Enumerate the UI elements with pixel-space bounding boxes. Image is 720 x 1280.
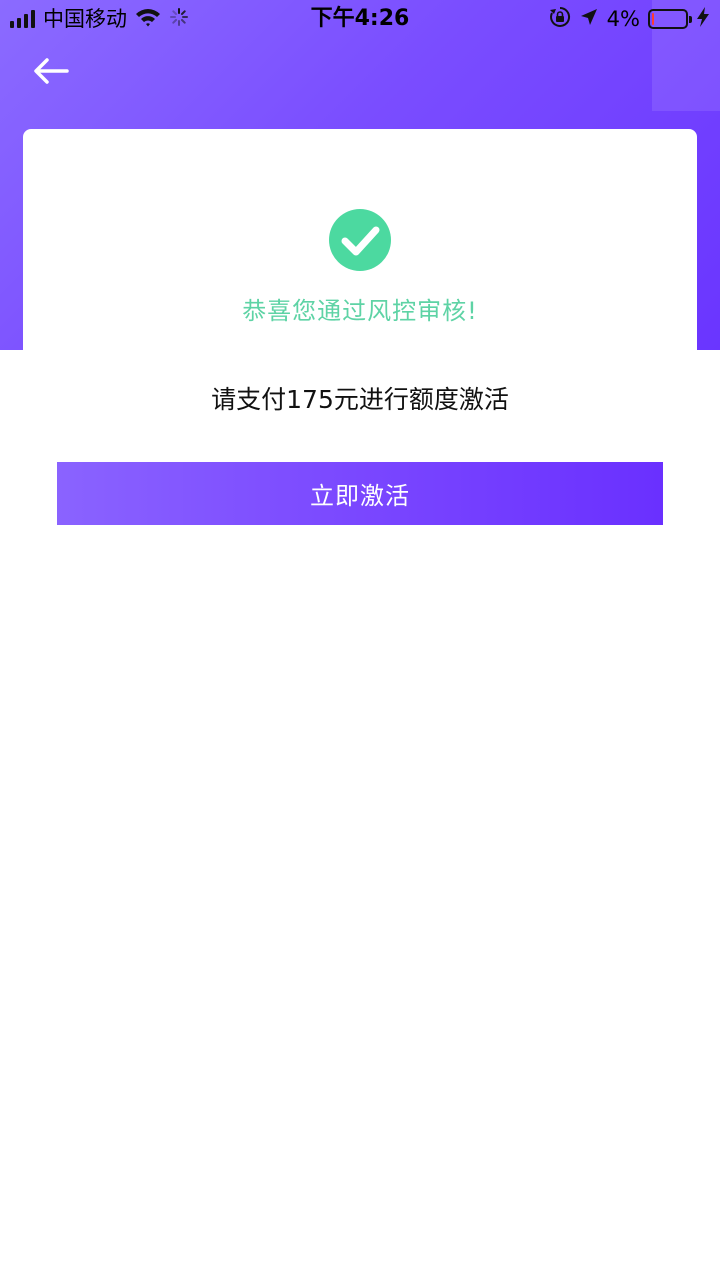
battery-percent: 4% [606, 7, 640, 31]
charging-bolt-icon [696, 6, 710, 33]
success-message: 恭喜您通过风控审核! [242, 297, 478, 325]
battery-icon [648, 9, 692, 29]
battery-level-fill [652, 13, 654, 25]
orientation-lock-icon [549, 6, 571, 33]
result-card: 恭喜您通过风控审核! [23, 129, 697, 389]
arrow-left-icon [33, 58, 69, 88]
back-button[interactable] [26, 52, 76, 94]
status-right: 4% [549, 6, 710, 32]
check-circle-icon [329, 209, 391, 271]
location-arrow-icon [579, 7, 599, 32]
activate-button[interactable]: 立即激活 [57, 462, 663, 525]
status-bar: 中国移动 下午4:26 4% [0, 0, 720, 38]
payment-prompt: 请支付175元进行额度激活 [211, 385, 509, 414]
